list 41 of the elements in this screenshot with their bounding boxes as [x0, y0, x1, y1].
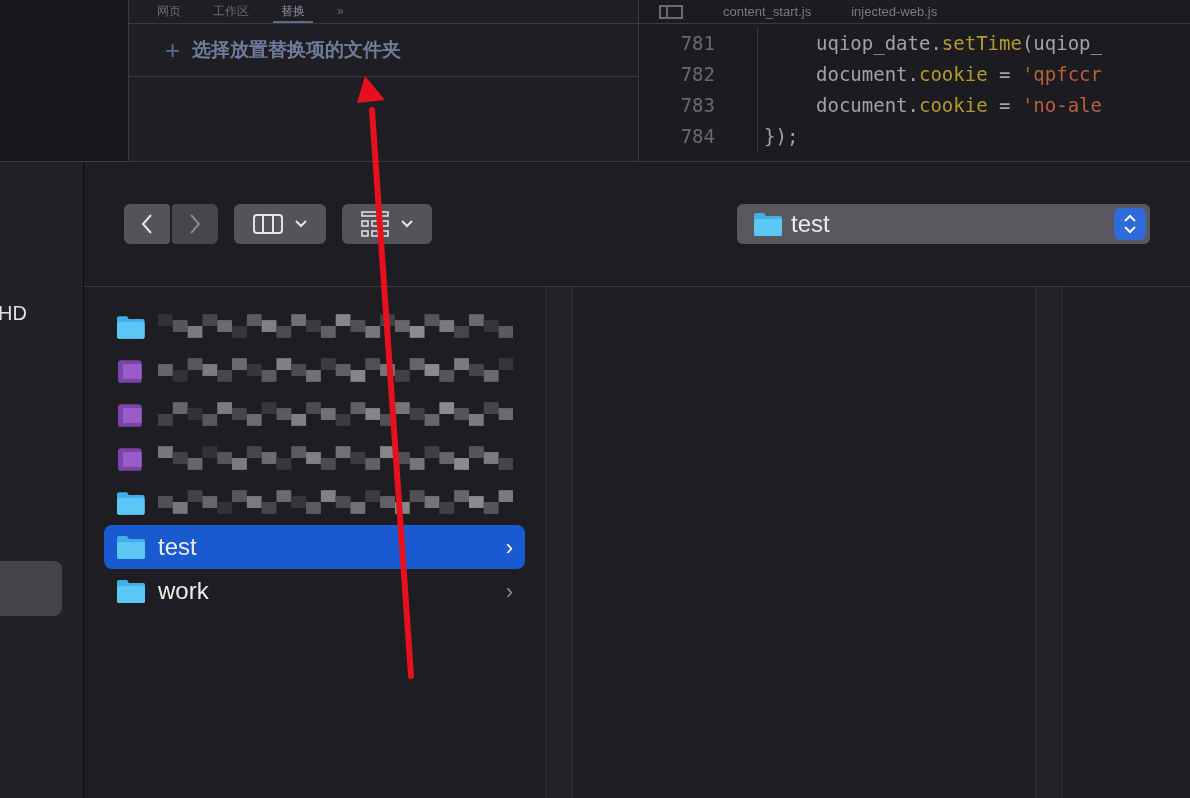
- plus-icon: +: [165, 37, 181, 63]
- group-button[interactable]: [342, 204, 432, 244]
- chevron-left-icon: [141, 213, 153, 235]
- chevron-icon: ›: [505, 574, 513, 608]
- code-line: });: [763, 124, 799, 150]
- back-button[interactable]: [124, 204, 170, 244]
- columns-icon: [253, 214, 283, 234]
- folder-icon: [753, 211, 783, 237]
- folder-icon: [116, 314, 146, 340]
- line-number: 783: [679, 93, 715, 119]
- folder-icon: [116, 534, 146, 560]
- chevron-icon: ›: [505, 530, 513, 564]
- editor-tab[interactable]: injected-web.js: [851, 1, 938, 22]
- panel-tab[interactable]: 工作区: [205, 0, 257, 23]
- panel-tab[interactable]: »: [329, 0, 352, 23]
- stepper-icon: [1114, 208, 1146, 240]
- line-number: 782: [679, 62, 715, 88]
- file-name: test: [158, 532, 197, 562]
- line-number: 784: [679, 124, 715, 150]
- location-dropdown[interactable]: test: [737, 204, 1150, 244]
- line-number: 781: [679, 31, 715, 57]
- folder-icon: [116, 490, 146, 516]
- file-row[interactable]: work ›: [104, 569, 525, 613]
- caret-icon: [295, 220, 307, 228]
- add-folder-button[interactable]: + 选择放置替换项的文件夹: [129, 24, 638, 77]
- code-line: document.cookie = 'no-ale: [815, 93, 1102, 119]
- view-mode-button[interactable]: [234, 204, 326, 244]
- file-name: work: [158, 576, 209, 606]
- forward-button[interactable]: [172, 204, 218, 244]
- sidebar-label: HD: [0, 301, 28, 326]
- editor-tab[interactable]: content_start.js: [723, 1, 812, 22]
- chevron-right-icon: [189, 213, 201, 235]
- grid-icon: [361, 211, 389, 237]
- folder-icon: [116, 578, 146, 604]
- panel-tab[interactable]: 替换: [273, 0, 313, 23]
- code-line: document.cookie = 'qpfccr: [815, 62, 1102, 88]
- file-row[interactable]: test ›: [104, 525, 525, 569]
- panel-tab[interactable]: 网页: [149, 0, 189, 23]
- code-line: uqiop_date.setTime(uqiop_: [815, 31, 1102, 57]
- caret-icon: [401, 220, 413, 228]
- split-icon[interactable]: [659, 4, 683, 19]
